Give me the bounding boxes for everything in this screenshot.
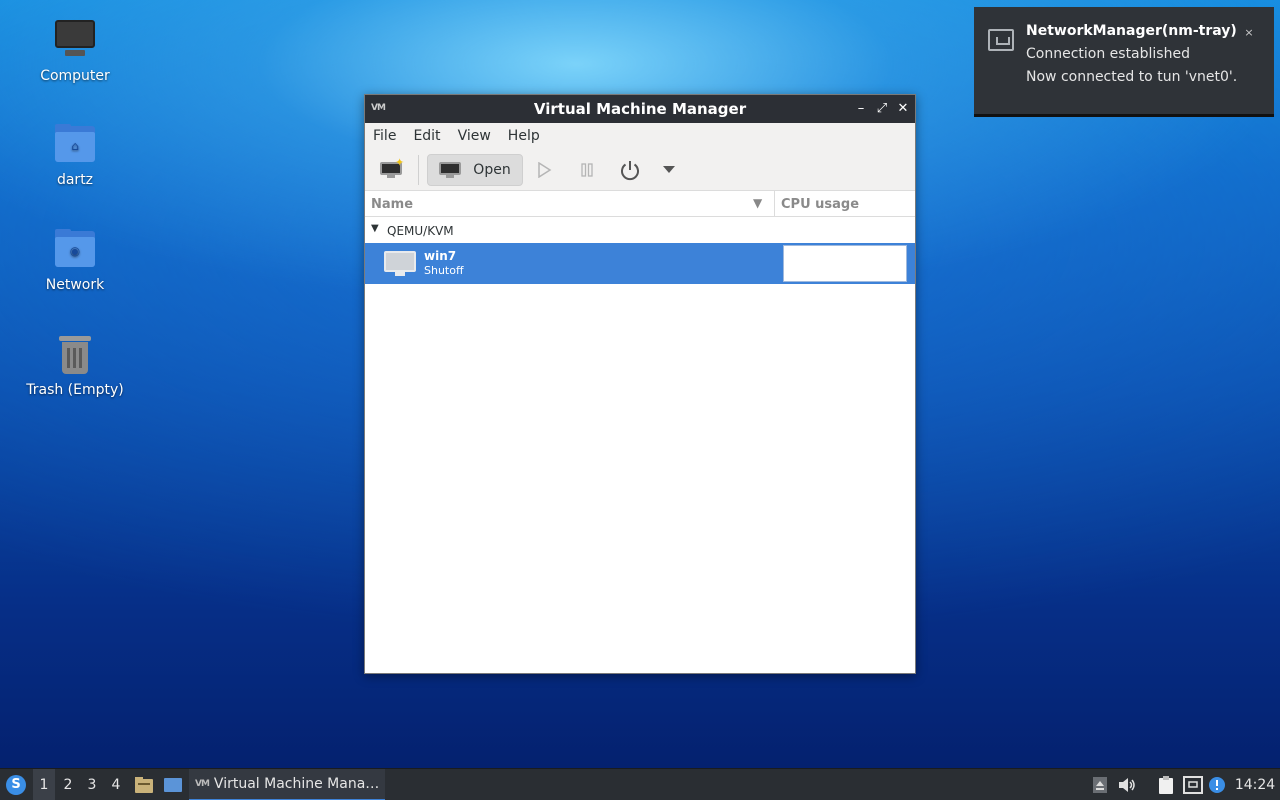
close-button[interactable]: ✕ [895,100,911,118]
pause-icon [581,163,593,177]
vm-name: win7 [424,249,457,263]
menu-file[interactable]: File [373,128,396,144]
lubuntu-logo-icon: S [6,775,26,795]
clipboard-icon [1159,776,1173,794]
connection-label: QEMU/KVM [387,224,454,238]
desktop-icon-label: dartz [56,172,94,188]
notification-body-line2: Now connected to tun 'vnet0'. [1026,69,1238,85]
updates-tray-button[interactable] [1205,769,1229,800]
minimize-button[interactable]: – [853,100,869,118]
shutdown-button[interactable] [615,154,645,186]
cpu-usage-graph [783,245,907,282]
new-vm-button[interactable]: ✦ [373,154,409,186]
desktop-icon-dartz[interactable]: ⌂ dartz [20,122,130,188]
column-header: Name ▼ CPU usage [365,191,915,217]
toolbar: ✦ Open [365,149,915,191]
task-label: Virtual Machine Mana… [213,776,380,792]
play-icon [538,162,552,178]
virt-manager-task-icon: VM [195,779,210,789]
chevron-down-icon [663,166,675,173]
file-manager-launcher[interactable] [132,769,156,800]
maximize-button[interactable]: ⤢ [874,100,890,118]
open-button-label: Open [473,162,511,178]
cpu-usage-column-header[interactable]: CPU usage [781,197,859,212]
desktop-icon-label: Trash (Empty) [26,382,124,398]
notification-close-button[interactable]: × [1241,25,1257,41]
workspace-3[interactable]: 3 [81,769,103,800]
file-manager-icon [135,777,153,793]
trash-icon [53,332,97,376]
workspace-2[interactable]: 2 [57,769,79,800]
notification-body-line1: Connection established [1026,46,1190,62]
ethernet-icon [988,29,1014,51]
update-notifier-icon [1209,777,1225,793]
open-button[interactable]: Open [427,154,523,186]
computer-icon [53,18,97,62]
sort-arrow-icon[interactable]: ▼ [753,196,762,210]
volume-icon [1119,778,1135,792]
workspace-4[interactable]: 4 [105,769,127,800]
volume-tray-button[interactable] [1115,769,1139,800]
desktop-icon [164,778,182,792]
desktop-icon-computer[interactable]: Computer [20,18,130,84]
network-folder-icon: ◉ [53,227,97,271]
connection-row[interactable]: ▼ QEMU/KVM [365,217,915,243]
desktop-icon-network[interactable]: ◉ Network [20,227,130,293]
expander-triangle-icon[interactable]: ▼ [371,223,379,234]
window-title: Virtual Machine Manager [533,100,747,118]
desktop-icon-trash[interactable]: Trash (Empty) [20,332,130,398]
pause-button[interactable] [573,154,601,186]
name-column-header[interactable]: Name [371,197,413,212]
clipboard-tray-button[interactable] [1154,769,1178,800]
power-icon [621,161,639,181]
taskbar-task-vmm[interactable]: VM Virtual Machine Mana… [189,769,385,800]
ethernet-tray-icon [1183,776,1203,794]
desktop-icon-label: Computer [40,68,110,84]
vmm-window: VM Virtual Machine Manager – ⤢ ✕ File Ed… [364,94,916,674]
show-desktop-button[interactable] [160,769,186,800]
window-titlebar[interactable]: VM Virtual Machine Manager – ⤢ ✕ [365,95,915,123]
menu-edit[interactable]: Edit [413,128,440,144]
notification-title: NetworkManager(nm-tray) [1026,23,1237,39]
home-folder-icon: ⌂ [53,122,97,166]
menubar: File Edit View Help [365,123,915,149]
eject-icon [1093,777,1107,793]
network-notification[interactable]: NetworkManager(nm-tray) Connection estab… [974,7,1274,117]
toolbar-separator [418,155,419,185]
vm-status: Shutoff [424,264,464,277]
clock[interactable]: 14:24 [1232,769,1278,800]
run-button[interactable] [530,154,558,186]
workspace-1[interactable]: 1 [33,769,55,800]
vm-monitor-icon [384,251,416,277]
network-tray-button[interactable] [1181,769,1205,800]
vm-row-win7[interactable]: win7 Shutoff [365,243,915,284]
new-vm-icon: ✦ [380,156,404,178]
start-menu-button[interactable]: S [3,769,29,800]
shutdown-options-dropdown[interactable] [657,154,681,186]
menu-help[interactable]: Help [508,128,540,144]
menu-view[interactable]: View [458,128,491,144]
eject-tray-button[interactable] [1088,769,1112,800]
desktop-icon-label: Network [45,277,105,293]
monitor-icon [439,162,462,178]
column-separator[interactable] [774,191,775,217]
taskbar: S 1 2 3 4 VM Virtual Machine Mana… 14:24 [0,768,1280,800]
